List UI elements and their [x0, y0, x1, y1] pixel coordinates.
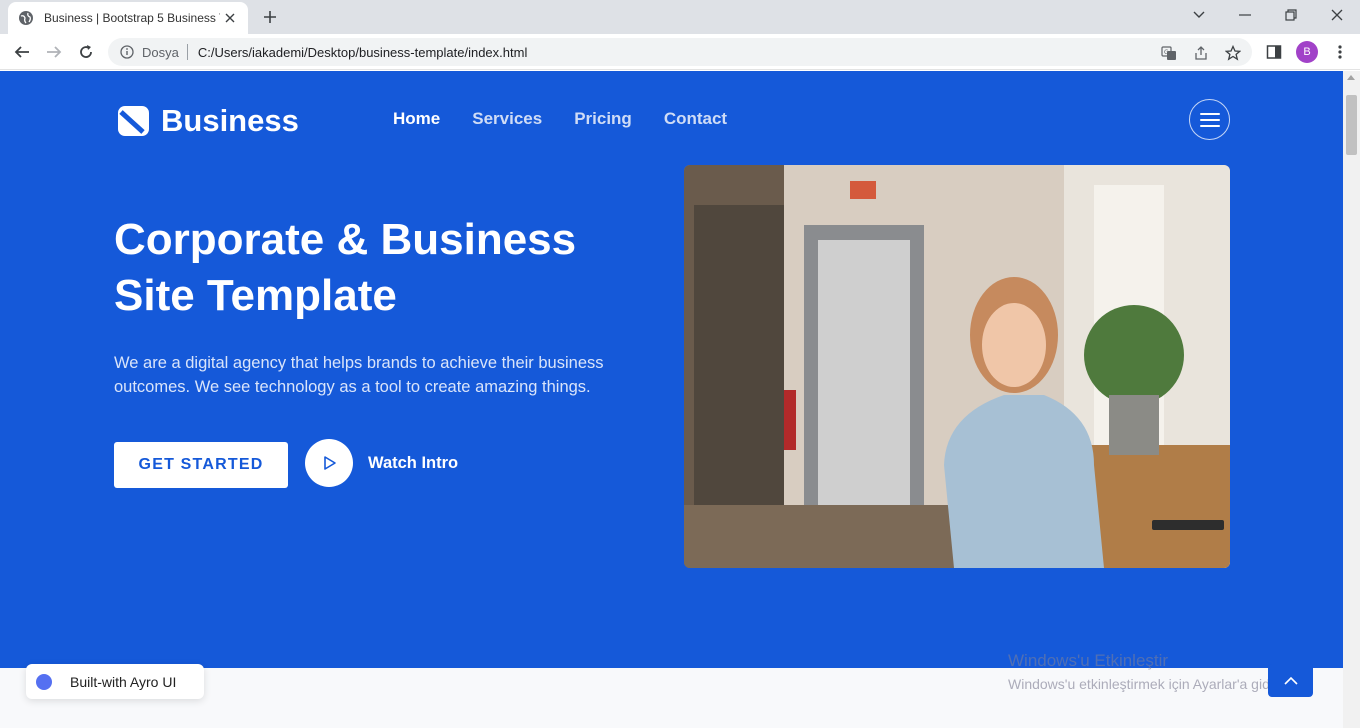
- hamburger-line: [1199, 118, 1220, 121]
- hero-section: Business Home Services Pricing Contact C…: [0, 71, 1343, 668]
- built-with-badge[interactable]: Built-with Ayro UI: [26, 664, 204, 699]
- restore-button[interactable]: [1280, 6, 1302, 24]
- url-separator: [186, 44, 188, 60]
- hero-image: [684, 165, 1230, 568]
- new-tab-button[interactable]: [260, 8, 280, 26]
- play-video-button[interactable]: [305, 439, 353, 487]
- windows-activation-title: Windows'u Etkinleştir: [1008, 651, 1169, 670]
- hero-title-line: Site Template: [114, 271, 397, 320]
- get-started-button[interactable]: GET STARTED: [114, 442, 288, 488]
- more-menu-icon[interactable]: [1330, 42, 1350, 62]
- hamburger-line: [1199, 124, 1220, 127]
- reload-icon[interactable]: [76, 42, 96, 62]
- page-scrollbar[interactable]: [1343, 71, 1360, 728]
- forward-arrow-icon[interactable]: [44, 42, 64, 62]
- chevron-up-icon: [1283, 676, 1298, 685]
- hero-lead-line: We are a digital agency that helps brand…: [114, 354, 604, 372]
- tab-title: Business | Bootstrap 5 Business Te: [44, 11, 220, 25]
- built-with-label: Built-with Ayro UI: [70, 673, 177, 690]
- hero-title-line: Corporate & Business: [114, 215, 577, 264]
- svg-text:G: G: [1164, 49, 1169, 56]
- nav-link-services[interactable]: Services: [472, 109, 542, 129]
- brand-logo-icon: [118, 106, 149, 136]
- brand-name: Business: [161, 103, 299, 138]
- url-scheme-label: Dosya: [142, 44, 179, 60]
- watch-intro-link[interactable]: Watch Intro: [368, 454, 458, 473]
- windows-activation-subtitle: Windows'u etkinleştirmek için Ayarlar'a …: [1008, 676, 1285, 692]
- minimize-button[interactable]: [1234, 6, 1256, 24]
- nav-link-pricing[interactable]: Pricing: [574, 109, 632, 129]
- bookmark-star-icon[interactable]: [1224, 44, 1242, 62]
- main-nav: Home Services Pricing Contact: [393, 109, 727, 129]
- globe-icon: [18, 10, 34, 26]
- profile-avatar[interactable]: B: [1296, 41, 1318, 63]
- brand[interactable]: Business: [117, 103, 299, 139]
- hamburger-line: [1199, 112, 1220, 115]
- page-viewport: Business Home Services Pricing Contact C…: [0, 71, 1343, 728]
- nav-link-home[interactable]: Home: [393, 109, 440, 129]
- scrollbar-thumb[interactable]: [1346, 95, 1357, 155]
- hero-lead-line: outcomes. We see technology as a tool to…: [114, 378, 591, 396]
- browser-tab[interactable]: Business | Bootstrap 5 Business Te: [8, 2, 248, 34]
- close-window-button[interactable]: [1326, 6, 1348, 24]
- info-icon[interactable]: [120, 45, 134, 59]
- url-text[interactable]: C:/Users/iakademi/Desktop/business-templ…: [198, 45, 527, 60]
- browser-toolbar: Dosya C:/Users/iakademi/Desktop/business…: [0, 34, 1360, 70]
- translate-icon[interactable]: G: [1160, 44, 1178, 62]
- tab-search-icon[interactable]: [1188, 6, 1210, 24]
- hero-lead: We are a digital agency that helps brand…: [114, 351, 654, 399]
- play-icon: [324, 456, 336, 470]
- close-tab-icon[interactable]: [222, 10, 238, 26]
- scroll-to-top-button[interactable]: [1268, 664, 1313, 697]
- back-arrow-icon[interactable]: [12, 42, 32, 62]
- nav-link-contact[interactable]: Contact: [664, 109, 727, 129]
- address-bar[interactable]: Dosya C:/Users/iakademi/Desktop/business…: [108, 38, 1252, 66]
- hero-title: Corporate & Business Site Template: [114, 212, 634, 324]
- side-panel-icon[interactable]: [1264, 42, 1284, 62]
- share-icon[interactable]: [1192, 44, 1210, 62]
- hamburger-menu-button[interactable]: [1189, 99, 1230, 140]
- ayro-logo-icon: [36, 673, 52, 690]
- browser-tab-strip: Business | Bootstrap 5 Business Te: [0, 0, 1360, 34]
- scroll-up-arrow-icon[interactable]: [1347, 75, 1355, 80]
